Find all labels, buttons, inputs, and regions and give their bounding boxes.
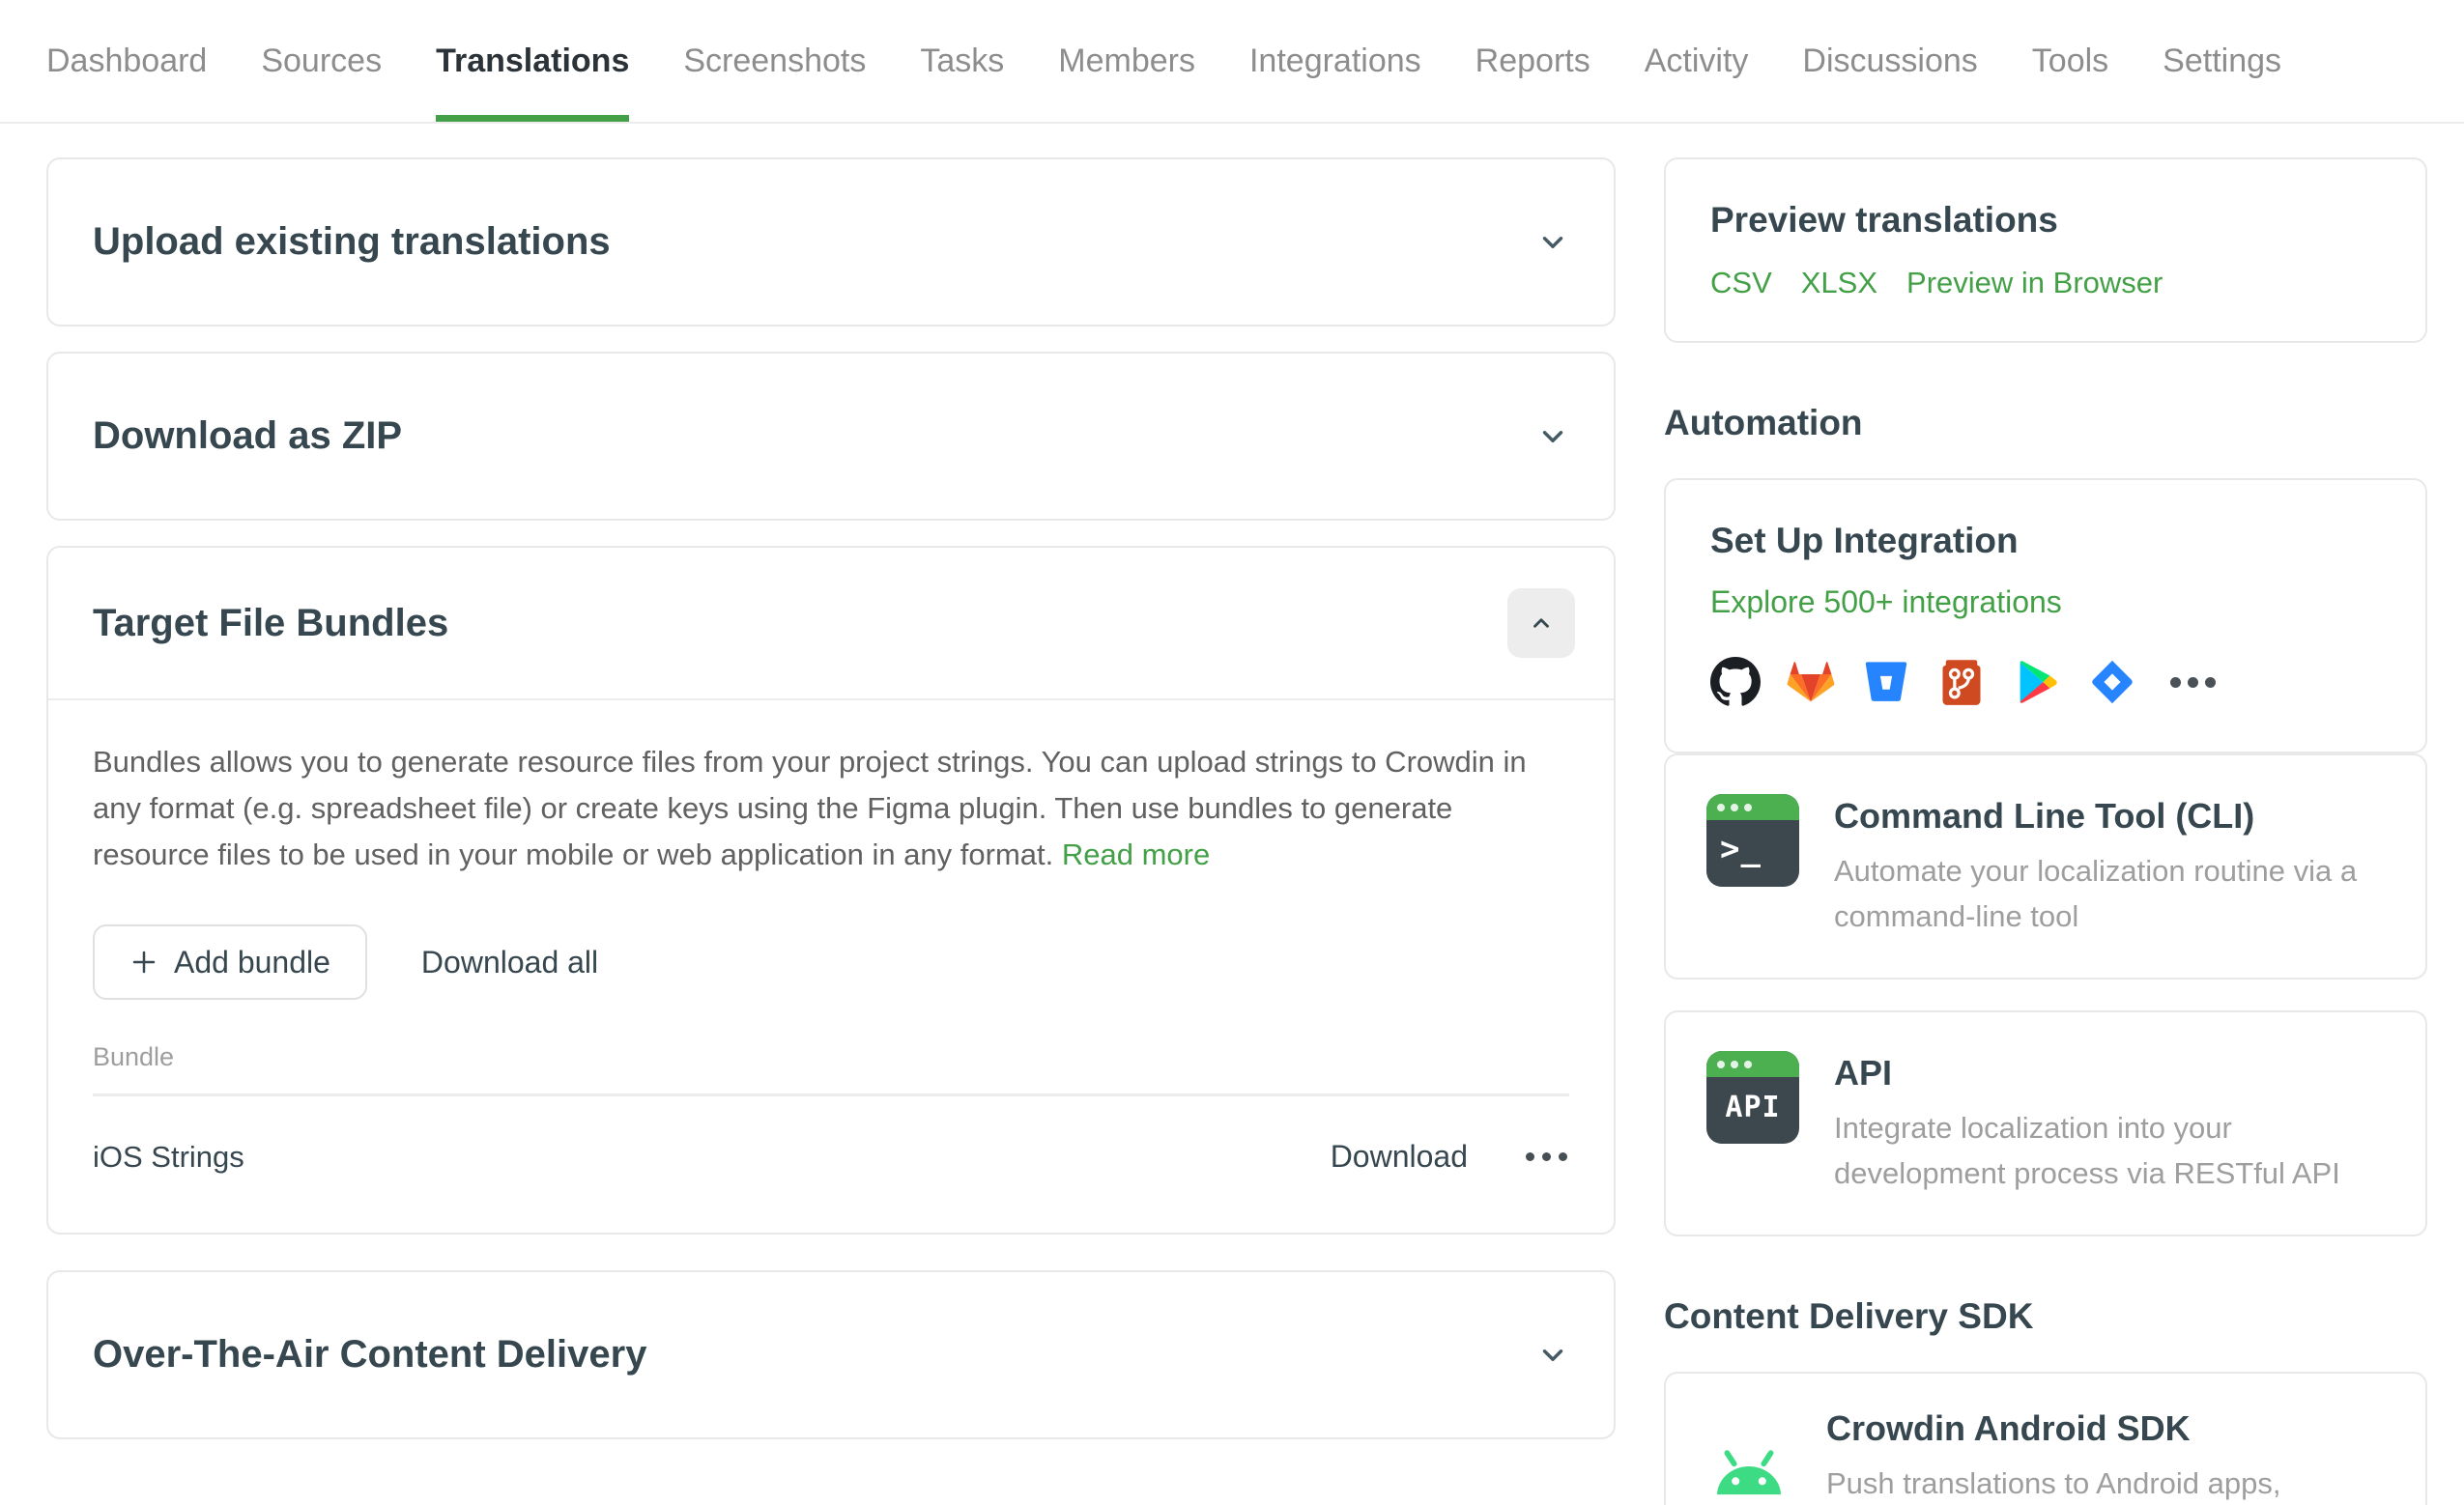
tab-integrations[interactable]: Integrations xyxy=(1249,0,1421,122)
plus-icon xyxy=(129,948,158,977)
tab-reports[interactable]: Reports xyxy=(1476,0,1590,122)
bundles-description-text: Bundles allows you to generate resource … xyxy=(93,745,1527,871)
android-icon xyxy=(1705,1434,1793,1505)
preview-translations-card: Preview translations CSV XLSX Preview in… xyxy=(1664,157,2427,343)
terminal-icon: >_ xyxy=(1706,794,1799,887)
upload-translations-card[interactable]: Upload existing translations xyxy=(46,157,1616,327)
add-bundle-label: Add bundle xyxy=(174,945,330,980)
more-integrations-icon[interactable] xyxy=(2170,677,2216,688)
download-zip-title: Download as ZIP xyxy=(93,414,402,458)
target-file-bundles-header[interactable]: Target File Bundles xyxy=(48,548,1614,700)
chevron-down-icon[interactable] xyxy=(1536,226,1569,259)
target-file-bundles-title: Target File Bundles xyxy=(93,602,448,645)
preview-csv-link[interactable]: CSV xyxy=(1710,266,1772,300)
bundle-row: iOS Strings Download xyxy=(93,1096,1569,1233)
api-title: API xyxy=(1834,1051,2387,1093)
ota-content-delivery-title: Over-The-Air Content Delivery xyxy=(93,1333,646,1377)
jira-icon[interactable] xyxy=(2087,657,2137,707)
cli-title: Command Line Tool (CLI) xyxy=(1834,794,2387,837)
tab-translations[interactable]: Translations xyxy=(436,0,629,122)
add-bundle-button[interactable]: Add bundle xyxy=(93,924,367,1000)
terminal-glyph: >_ xyxy=(1706,820,1799,868)
ota-content-delivery-card[interactable]: Over-The-Air Content Delivery xyxy=(46,1270,1616,1439)
project-tabs: Dashboard Sources Translations Screensho… xyxy=(0,0,2464,124)
download-all-button[interactable]: Download all xyxy=(421,945,598,980)
cli-subtitle: Automate your localization routine via a… xyxy=(1834,848,2387,939)
android-sdk-card[interactable]: Crowdin Android SDK Push translations to… xyxy=(1664,1372,2427,1505)
android-sdk-title: Crowdin Android SDK xyxy=(1826,1406,2387,1449)
google-play-icon[interactable] xyxy=(2012,657,2062,707)
set-up-integration-card: Set Up Integration Explore 500+ integrat… xyxy=(1664,478,2427,753)
chevron-down-icon[interactable] xyxy=(1536,1339,1569,1372)
bundle-row-menu-button[interactable] xyxy=(1524,1143,1569,1171)
ellipsis-icon xyxy=(1526,1152,1534,1161)
bundle-download-link[interactable]: Download xyxy=(1331,1139,1468,1175)
preview-xlsx-link[interactable]: XLSX xyxy=(1801,266,1877,300)
github-icon[interactable] xyxy=(1710,657,1761,707)
git-icon[interactable] xyxy=(1936,657,1987,707)
tab-dashboard[interactable]: Dashboard xyxy=(46,0,207,122)
chevron-up-icon xyxy=(1529,611,1554,636)
content-delivery-sdk-heading: Content Delivery SDK xyxy=(1664,1296,2427,1337)
tab-discussions[interactable]: Discussions xyxy=(1802,0,1977,122)
tab-screenshots[interactable]: Screenshots xyxy=(683,0,866,122)
cli-card[interactable]: >_ Command Line Tool (CLI) Automate your… xyxy=(1664,753,2427,980)
bundle-column-header: Bundle xyxy=(93,1042,1569,1093)
api-glyph: API xyxy=(1706,1077,1799,1124)
target-file-bundles-card: Target File Bundles Bundles allows you t… xyxy=(46,546,1616,1235)
bitbucket-icon[interactable] xyxy=(1861,657,1911,707)
bundles-description: Bundles allows you to generate resource … xyxy=(93,739,1557,878)
bundle-name: iOS Strings xyxy=(93,1140,244,1175)
api-subtitle: Integrate localization into your develop… xyxy=(1834,1105,2387,1196)
upload-translations-title: Upload existing translations xyxy=(93,220,611,264)
read-more-link[interactable]: Read more xyxy=(1062,838,1210,871)
tab-tasks[interactable]: Tasks xyxy=(920,0,1004,122)
api-card[interactable]: API API Integrate localization into your… xyxy=(1664,1010,2427,1236)
download-zip-card[interactable]: Download as ZIP xyxy=(46,352,1616,521)
preview-translations-title: Preview translations xyxy=(1710,200,2381,241)
chevron-down-icon[interactable] xyxy=(1536,420,1569,453)
automation-heading: Automation xyxy=(1664,403,2427,443)
preview-in-browser-link[interactable]: Preview in Browser xyxy=(1906,266,2163,300)
tab-sources[interactable]: Sources xyxy=(261,0,382,122)
tab-tools[interactable]: Tools xyxy=(2032,0,2108,122)
set-up-integration-title: Set Up Integration xyxy=(1710,521,2381,561)
tab-settings[interactable]: Settings xyxy=(2163,0,2281,122)
explore-integrations-link[interactable]: Explore 500+ integrations xyxy=(1710,584,2062,620)
tab-activity[interactable]: Activity xyxy=(1645,0,1749,122)
gitlab-icon[interactable] xyxy=(1786,657,1836,707)
tab-members[interactable]: Members xyxy=(1058,0,1195,122)
collapse-bundles-button[interactable] xyxy=(1507,588,1575,658)
api-icon: API xyxy=(1706,1051,1799,1144)
android-sdk-subtitle: Push translations to Android apps, insta… xyxy=(1826,1461,2387,1505)
